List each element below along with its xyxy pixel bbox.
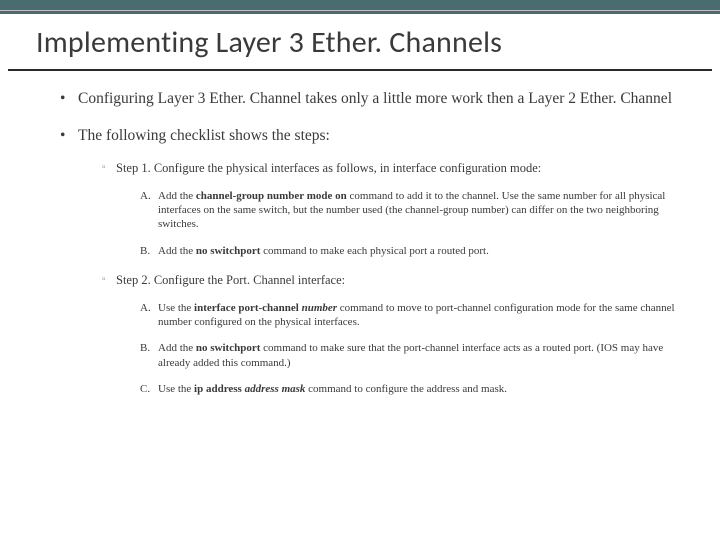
step-1-substeps: A. Add the channel-group number mode on … — [116, 189, 680, 258]
step-1a: A. Add the channel-group number mode on … — [140, 189, 680, 232]
bullet-intro-2-text: The following checklist shows the steps: — [78, 127, 330, 144]
step-2a-cmd2: number — [302, 302, 337, 314]
step-list: Step 1. Configure the physical interface… — [78, 160, 680, 396]
step-2b: B. Add the no switchport command to make… — [140, 341, 680, 370]
bullet-list: Configuring Layer 3 Ether. Channel takes… — [40, 89, 680, 396]
step-1b-cmd: no switchport — [196, 245, 260, 257]
step-1b-post: command to make each physical port a rou… — [260, 245, 488, 257]
step-1b: B. Add the no switchport command to make… — [140, 244, 680, 258]
title-container: Implementing Layer 3 Ether. Channels — [8, 14, 712, 71]
step-2-substeps: A. Use the interface port-channel number… — [116, 301, 680, 396]
step-2a: A. Use the interface port-channel number… — [140, 301, 680, 330]
step-2b-cmd: no switchport — [196, 342, 260, 354]
letter-b: B. — [140, 244, 150, 258]
decorative-top-bar — [0, 0, 720, 14]
step-2-text: Step 2. Configure the Port. Channel inte… — [116, 273, 345, 287]
step-2a-pre: Use the — [158, 302, 194, 314]
step-2c-cmd1: ip address — [194, 383, 245, 395]
step-2a-cmd1: interface port-channel — [194, 302, 302, 314]
step-1a-cmd: channel-group number mode on — [196, 190, 347, 202]
decorative-line — [0, 10, 720, 11]
letter-b2: B. — [140, 341, 150, 355]
bullet-intro-1: Configuring Layer 3 Ether. Channel takes… — [60, 89, 680, 108]
step-2: Step 2. Configure the Port. Channel inte… — [102, 272, 680, 396]
step-2c-cmd2: address mask — [245, 383, 306, 395]
step-1a-pre: Add the — [158, 190, 196, 202]
step-1b-pre: Add the — [158, 245, 196, 257]
step-2c-pre: Use the — [158, 383, 194, 395]
step-2c: C. Use the ip address address mask comma… — [140, 382, 680, 396]
step-1-text: Step 1. Configure the physical interface… — [116, 161, 541, 175]
slide: Implementing Layer 3 Ether. Channels Con… — [0, 0, 720, 540]
step-2c-post: command to configure the address and mas… — [305, 383, 507, 395]
slide-body: Configuring Layer 3 Ether. Channel takes… — [0, 71, 720, 396]
letter-c: C. — [140, 382, 150, 396]
step-2b-pre: Add the — [158, 342, 196, 354]
letter-a2: A. — [140, 301, 151, 315]
step-1: Step 1. Configure the physical interface… — [102, 160, 680, 258]
slide-title: Implementing Layer 3 Ether. Channels — [36, 24, 684, 61]
letter-a: A. — [140, 189, 151, 203]
bullet-intro-2: The following checklist shows the steps:… — [60, 126, 680, 396]
